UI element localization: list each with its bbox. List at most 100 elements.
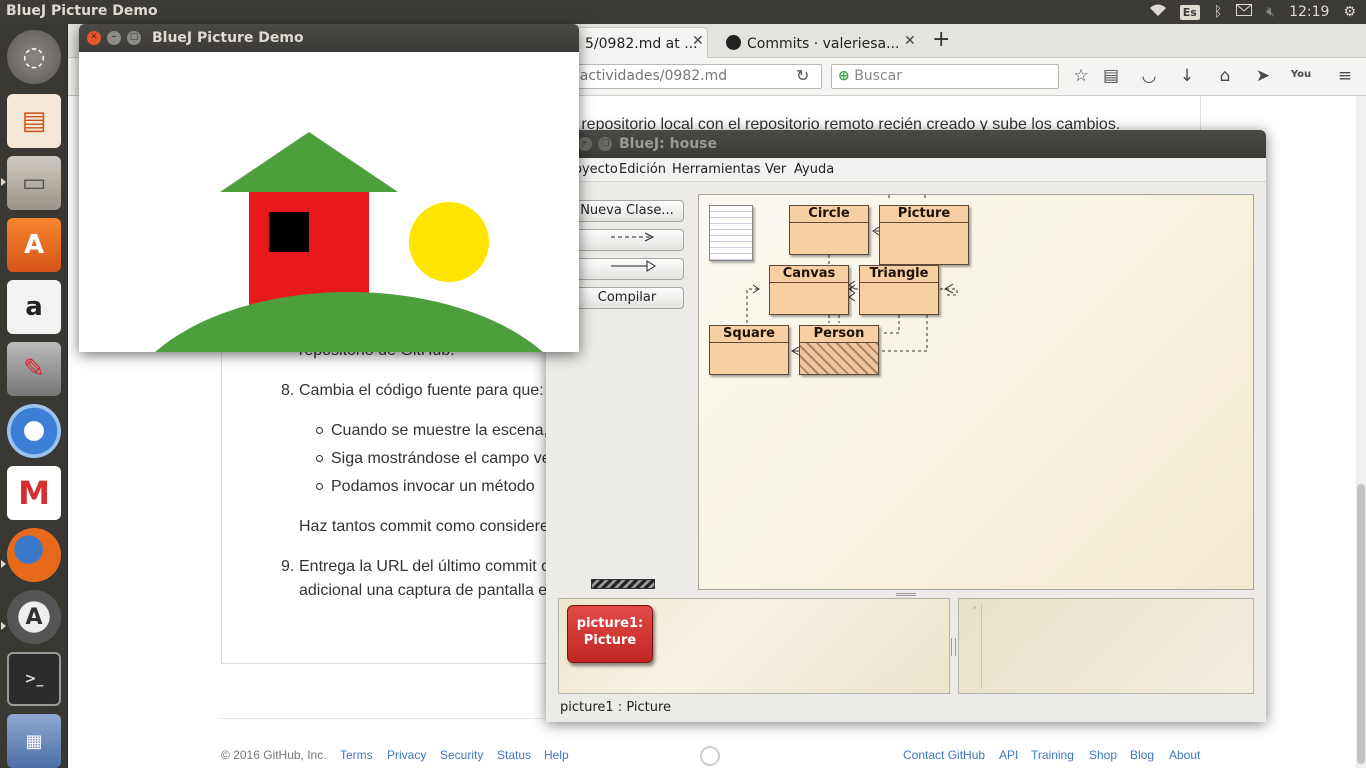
house-window (269, 212, 309, 252)
footer-link-api[interactable]: API (999, 748, 1018, 762)
new-tab-button[interactable]: + (932, 27, 950, 52)
class-diagram[interactable]: Circle Picture Canvas Triangle Square Pe… (698, 194, 1254, 590)
search-field[interactable]: ⊕ Buscar (831, 64, 1059, 89)
software-center-icon[interactable]: A (7, 218, 61, 272)
readme-note-icon[interactable] (709, 205, 753, 261)
footer-link-blog[interactable]: Blog (1130, 748, 1154, 762)
menu-herramientas[interactable]: Herramientas (672, 162, 761, 177)
footer-link-status[interactable]: Status (497, 748, 531, 762)
picture-window-titlebar[interactable]: ✕ – □ BlueJ Picture Demo (79, 24, 579, 52)
bench-divider[interactable] (951, 638, 956, 656)
uncompiled-hatching (800, 343, 878, 374)
dash-home-icon[interactable]: ◌ (7, 30, 61, 84)
home-icon[interactable]: ⌂ (1214, 66, 1236, 86)
youtube-icon[interactable]: You (1290, 69, 1312, 80)
mail-icon[interactable] (1235, 3, 1253, 20)
clock[interactable]: 12:19 (1289, 4, 1329, 20)
footer-copyright: © 2016 GitHub, Inc. (221, 748, 327, 762)
terminal-icon[interactable]: >_ (7, 652, 61, 706)
codepad-gutter (981, 603, 982, 689)
software-updater-icon[interactable]: A (7, 590, 61, 644)
scene (79, 52, 579, 352)
class-triangle[interactable]: Triangle (859, 265, 939, 315)
inheritance-arrow-button[interactable] (570, 258, 684, 280)
system-tray: Es ᛒ 🔇︎ 12:19 ⚙ (1149, 0, 1366, 24)
list-item-text: adicional una captura de pantalla e (299, 582, 548, 599)
class-person[interactable]: Person (799, 325, 879, 375)
menu-ver[interactable]: Ver (765, 162, 786, 177)
firefox-icon[interactable]: ● (7, 528, 61, 582)
tab-github-file[interactable]: 5/0982.md at ... (574, 27, 708, 58)
amazon-icon[interactable]: a (7, 280, 61, 334)
window-title: BlueJ Picture Demo (152, 30, 304, 46)
close-tab-icon[interactable]: ✕ (692, 33, 704, 49)
code-pad[interactable]: › (958, 598, 1254, 694)
pocket-icon[interactable]: ◡ (1138, 66, 1160, 86)
wifi-icon[interactable] (1149, 4, 1166, 20)
minimize-icon[interactable]: – (107, 31, 121, 45)
chromium-icon[interactable]: ○ (7, 404, 61, 458)
gmail-icon[interactable]: M (7, 466, 61, 520)
menu-proyecto[interactable]: oyecto (574, 162, 618, 177)
minimize-icon[interactable]: – (578, 137, 592, 151)
list-item-text: Entrega la URL del último commit c (299, 558, 550, 575)
github-octocat-icon[interactable] (700, 746, 720, 766)
close-tab-icon[interactable]: ✕ (904, 33, 916, 49)
maximize-icon[interactable]: □ (127, 31, 141, 45)
object-instance-picture1[interactable]: picture1: Picture (567, 605, 653, 663)
uses-arrow-button[interactable] (570, 229, 684, 251)
bluej-titlebar[interactable]: ✕ – □ BlueJ: house (546, 130, 1266, 158)
tab-commits[interactable]: Commits · valeriesa... (716, 27, 926, 58)
object-bench: picture1: Picture (558, 598, 950, 694)
footer-link-contact[interactable]: Contact GitHub (903, 748, 985, 762)
running-indicator (1, 622, 6, 630)
github-footer: © 2016 GitHub, Inc. Terms Privacy Securi… (68, 744, 1366, 768)
page-scrollbar[interactable] (1356, 96, 1366, 768)
system-settings-icon[interactable]: ✎ (7, 342, 61, 396)
dashed-arrow-icon (611, 232, 655, 242)
bullet-icon (316, 455, 323, 462)
url-bar[interactable]: /actividades/0982.md (568, 64, 822, 89)
keyboard-layout-indicator[interactable]: Es (1179, 4, 1200, 20)
footer-link-shop[interactable]: Shop (1089, 748, 1117, 762)
menu-ayuda[interactable]: Ayuda (794, 162, 834, 177)
bluetooth-icon[interactable]: ᛒ (1214, 4, 1222, 20)
footer-link-security[interactable]: Security (440, 748, 483, 762)
class-canvas[interactable]: Canvas (769, 265, 849, 315)
bluej-project-window: ✕ – □ BlueJ: house oyecto Edición Herram… (546, 130, 1266, 722)
footer-link-about[interactable]: About (1169, 748, 1200, 762)
compile-button[interactable]: Compilar (570, 287, 684, 309)
volume-muted-icon[interactable]: 🔇︎ (1266, 4, 1275, 20)
scrollbar-thumb[interactable] (1357, 484, 1365, 764)
class-circle[interactable]: Circle (789, 205, 869, 255)
reload-icon[interactable]: ↻ (796, 66, 809, 85)
maximize-icon[interactable]: □ (598, 137, 612, 151)
dependency-arrows (746, 195, 958, 356)
inheritance-arrow-icon (611, 260, 656, 272)
footer-link-privacy[interactable]: Privacy (387, 748, 426, 762)
menu-hamburger-icon[interactable]: ≡ (1334, 66, 1356, 86)
footer-link-training[interactable]: Training (1031, 748, 1074, 762)
github-logo-icon (726, 35, 741, 50)
codepad-prompt-icon: › (973, 603, 977, 612)
class-picture[interactable]: Picture (879, 205, 969, 265)
files-icon[interactable]: ▭ (7, 156, 61, 210)
impress-icon[interactable]: ▤ (7, 94, 61, 148)
bookmarks-list-icon[interactable]: ▤ (1100, 66, 1122, 86)
picture-demo-window: ✕ – □ BlueJ Picture Demo (79, 24, 579, 352)
class-square[interactable]: Square (709, 325, 789, 375)
footer-link-help[interactable]: Help (544, 748, 569, 762)
workspaces-icon[interactable]: ▦ (7, 714, 61, 768)
close-icon[interactable]: ✕ (87, 31, 101, 45)
send-icon[interactable]: ➤ (1252, 66, 1274, 86)
settings-gear-icon[interactable]: ⚙ (1343, 4, 1356, 20)
menu-edicion[interactable]: Edición (619, 162, 666, 177)
new-class-button[interactable]: Nueva Clase... (570, 200, 684, 222)
footer-link-terms[interactable]: Terms (340, 748, 373, 762)
bookmark-star-icon[interactable]: ☆ (1070, 66, 1092, 86)
running-indicator (1, 178, 6, 186)
download-icon[interactable]: ↓ (1176, 66, 1198, 86)
split-handle[interactable] (896, 593, 916, 596)
bullet-icon (316, 427, 323, 434)
vm-progress-indicator (591, 579, 655, 589)
